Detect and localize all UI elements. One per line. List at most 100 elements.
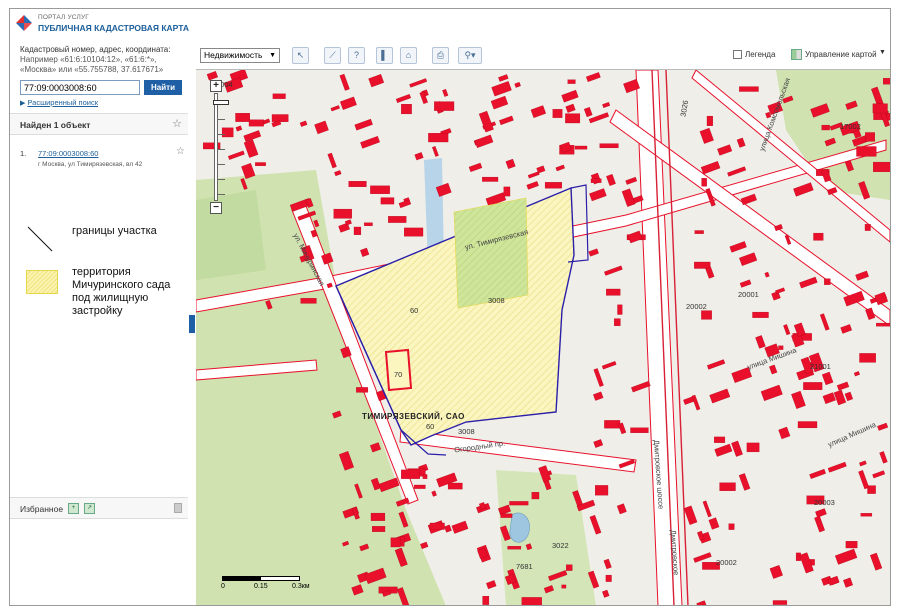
building[interactable] [588, 248, 599, 257]
favorites-export-icon[interactable]: ↗ [84, 503, 95, 514]
building[interactable] [836, 381, 850, 391]
building[interactable] [330, 105, 340, 112]
building[interactable] [858, 470, 870, 490]
building[interactable] [372, 526, 386, 532]
building[interactable] [314, 120, 329, 135]
legend-checkbox-label[interactable]: Легенда [745, 50, 775, 59]
building[interactable] [221, 127, 234, 138]
building[interactable] [561, 584, 567, 589]
building[interactable] [631, 380, 651, 393]
building[interactable] [693, 552, 712, 563]
building[interactable] [586, 72, 601, 82]
building[interactable] [353, 226, 362, 235]
building[interactable] [474, 134, 494, 148]
building[interactable] [699, 127, 714, 144]
building[interactable] [604, 265, 623, 276]
building[interactable] [583, 107, 593, 118]
building[interactable] [769, 364, 778, 375]
building[interactable] [442, 89, 449, 97]
building[interactable] [447, 482, 463, 490]
building[interactable] [243, 139, 259, 158]
building[interactable] [432, 146, 439, 157]
building[interactable] [602, 102, 611, 108]
building[interactable] [793, 182, 814, 197]
building[interactable] [707, 359, 726, 370]
building[interactable] [853, 371, 860, 377]
building[interactable] [872, 103, 888, 114]
sidebar-collapse-handle[interactable] [189, 315, 195, 333]
building[interactable] [340, 96, 357, 110]
building[interactable] [526, 181, 539, 190]
building[interactable] [614, 318, 621, 326]
building[interactable] [605, 574, 612, 582]
building[interactable] [368, 74, 385, 88]
building[interactable] [755, 335, 766, 349]
building[interactable] [593, 439, 604, 448]
building[interactable] [876, 322, 890, 327]
building[interactable] [514, 81, 521, 88]
building[interactable] [414, 152, 424, 161]
building[interactable] [360, 247, 370, 257]
building[interactable] [606, 288, 621, 296]
building[interactable] [527, 171, 540, 179]
legend-checkbox[interactable] [733, 50, 742, 59]
building[interactable] [778, 426, 791, 440]
building[interactable] [702, 500, 712, 518]
zoom-slider-handle[interactable] [213, 100, 229, 105]
building[interactable] [728, 523, 735, 530]
building[interactable] [708, 517, 720, 530]
building[interactable] [630, 427, 649, 433]
result-link[interactable]: 77:09:0003008:60 [38, 149, 98, 159]
chevron-down-icon[interactable]: ▼ [879, 49, 886, 56]
building[interactable] [696, 600, 709, 605]
building[interactable] [536, 165, 546, 174]
zoom-slider[interactable] [213, 93, 229, 201]
building[interactable] [595, 485, 609, 496]
building[interactable] [824, 278, 831, 285]
building[interactable] [434, 101, 455, 111]
building[interactable] [235, 125, 243, 132]
building[interactable] [618, 422, 627, 435]
building[interactable] [739, 252, 758, 266]
building[interactable] [354, 118, 373, 131]
building[interactable] [235, 113, 250, 122]
building[interactable] [561, 89, 579, 103]
building[interactable] [565, 103, 576, 113]
building[interactable] [736, 137, 746, 148]
building[interactable] [873, 161, 890, 172]
print-button[interactable]: ⎙ [432, 47, 449, 64]
building[interactable] [271, 114, 289, 122]
building[interactable] [739, 279, 752, 288]
building[interactable] [843, 577, 853, 588]
building[interactable] [593, 368, 604, 387]
building[interactable] [625, 176, 638, 185]
building[interactable] [499, 115, 514, 126]
building[interactable] [827, 461, 847, 473]
building[interactable] [272, 93, 286, 99]
building[interactable] [555, 164, 565, 172]
building[interactable] [731, 440, 743, 457]
map-manage-button[interactable]: Управление картой [805, 50, 877, 59]
building[interactable] [339, 73, 350, 91]
building[interactable] [360, 136, 380, 149]
building[interactable] [388, 216, 407, 223]
chart-tool-button[interactable]: ▌ [376, 47, 393, 64]
building[interactable] [714, 436, 726, 443]
building[interactable] [552, 109, 563, 118]
building[interactable] [248, 119, 264, 127]
building[interactable] [821, 371, 834, 386]
building[interactable] [844, 391, 853, 402]
building[interactable] [769, 565, 783, 579]
building[interactable] [683, 505, 698, 525]
building[interactable] [370, 185, 390, 194]
building[interactable] [783, 324, 791, 336]
building[interactable] [797, 421, 818, 429]
building[interactable] [760, 384, 783, 402]
building[interactable] [414, 484, 426, 489]
building[interactable] [727, 166, 747, 177]
building[interactable] [601, 361, 617, 370]
building[interactable] [845, 541, 858, 549]
building[interactable] [521, 597, 542, 605]
advanced-search-link[interactable]: ▶ Расширенный поиск [20, 98, 98, 107]
building[interactable] [859, 460, 867, 467]
